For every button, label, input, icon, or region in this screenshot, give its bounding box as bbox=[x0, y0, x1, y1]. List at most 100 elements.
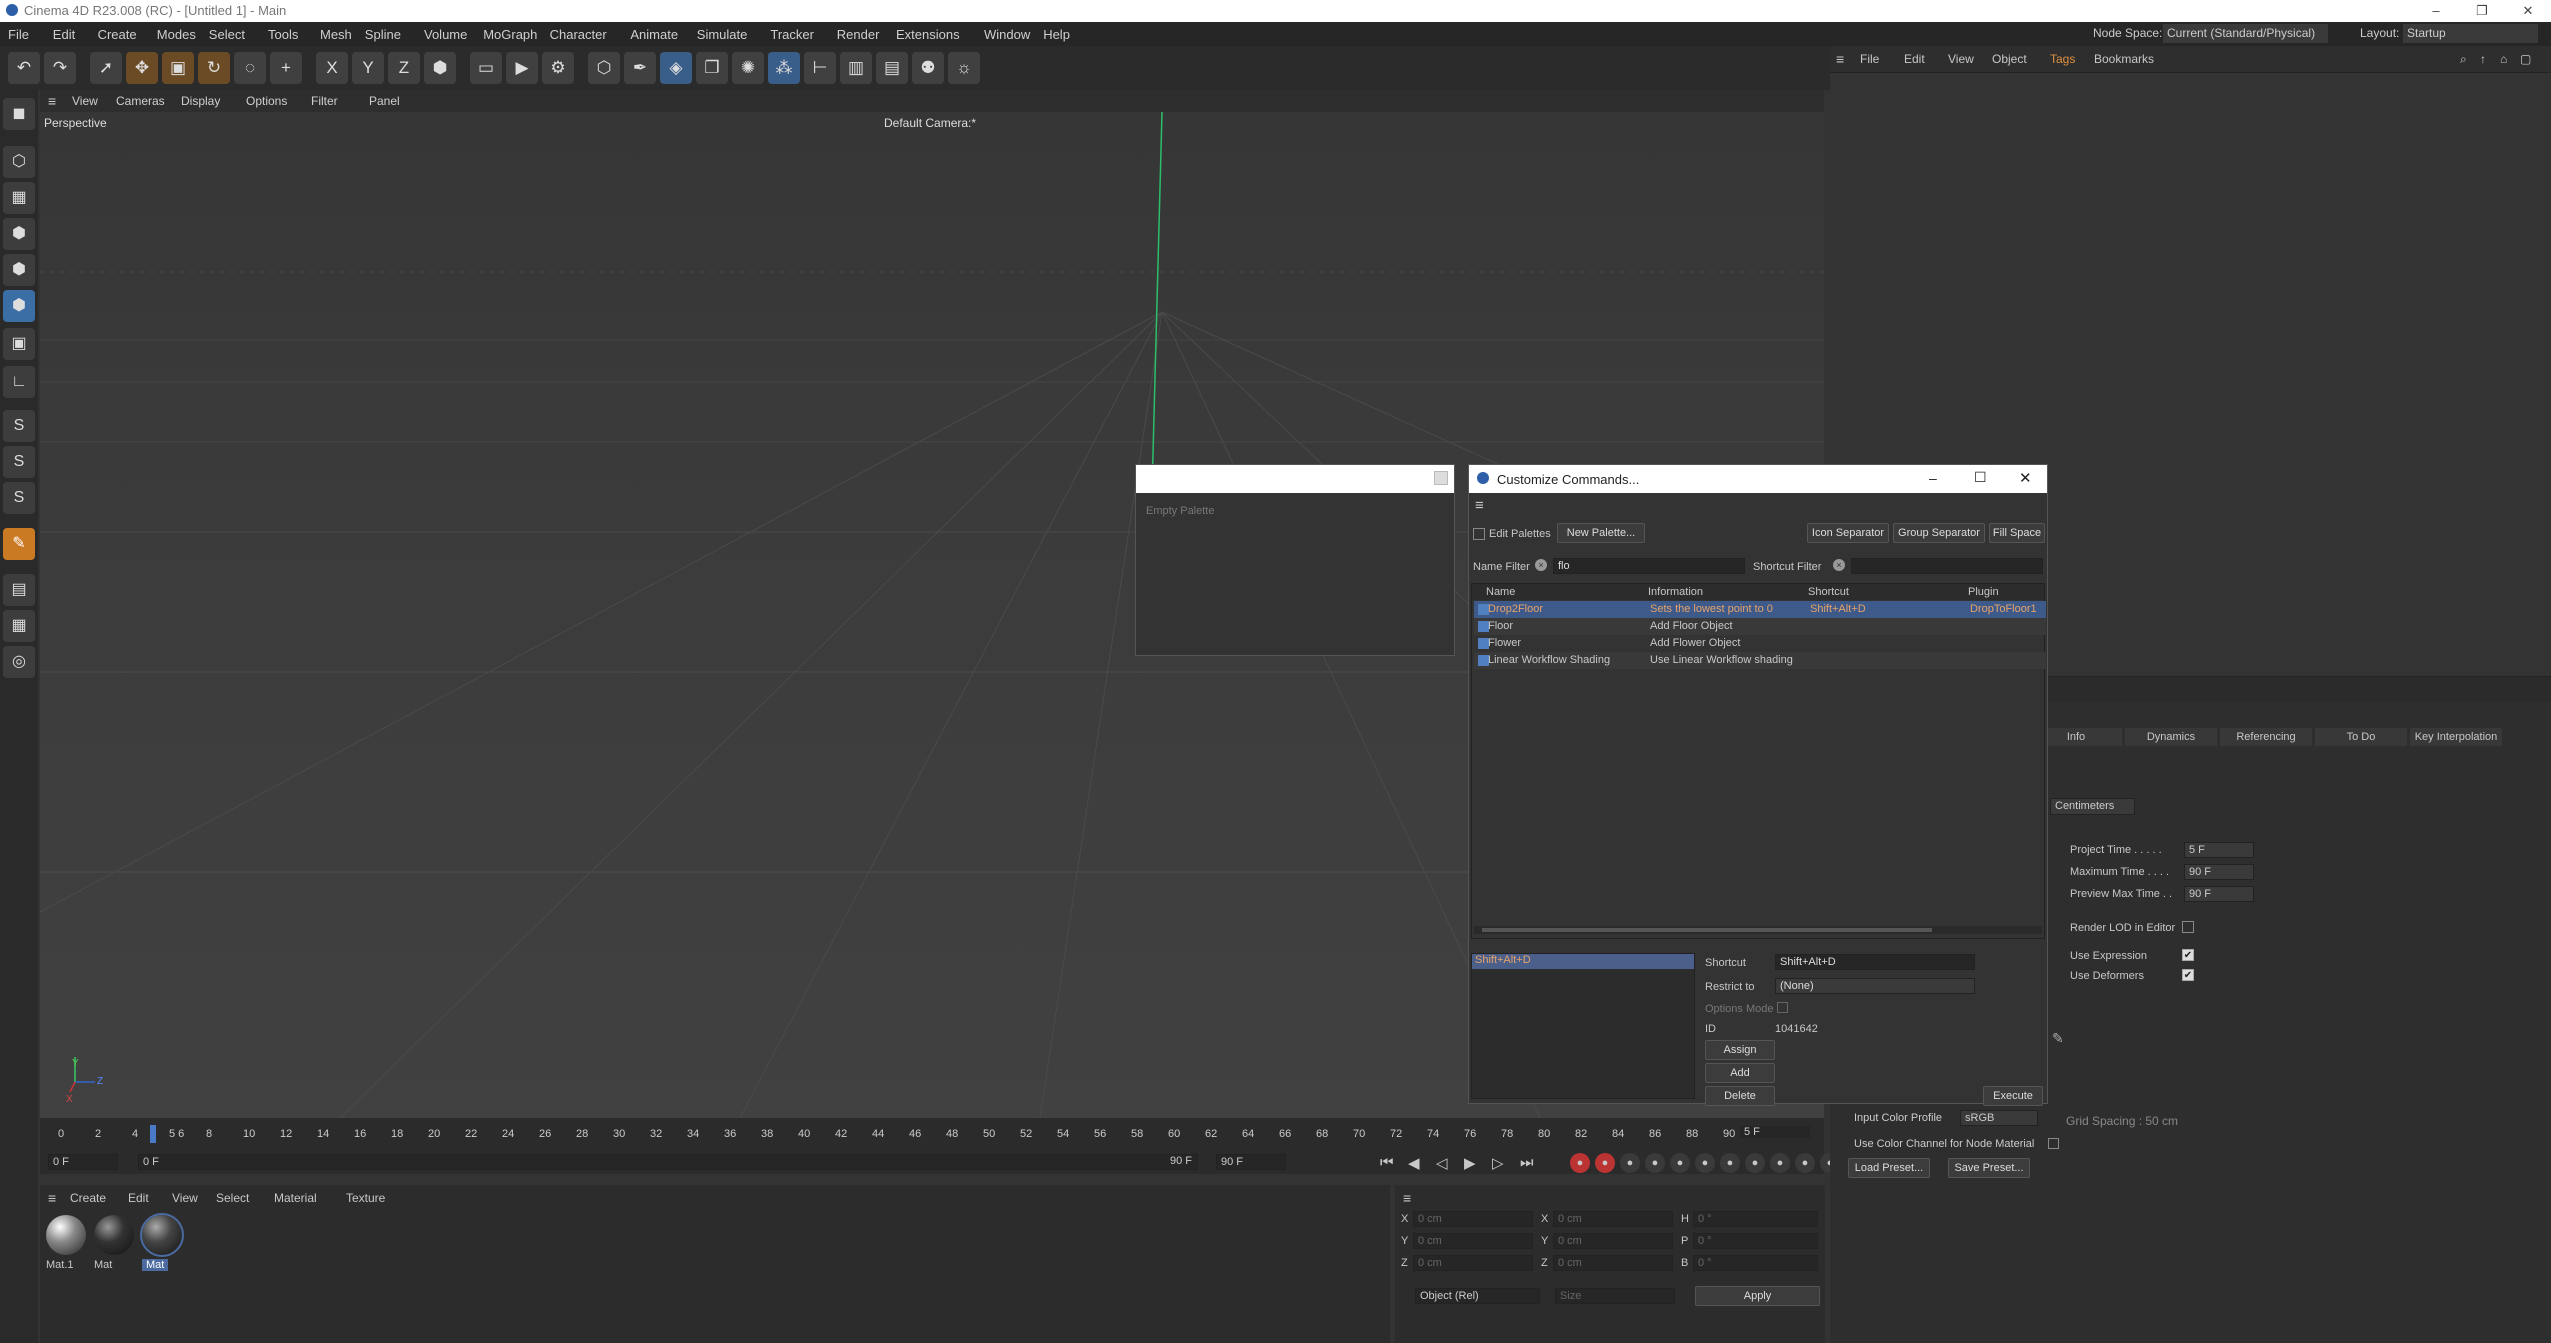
close-button[interactable]: ✕ bbox=[2505, 0, 2551, 22]
menu-character[interactable]: Character bbox=[550, 27, 607, 42]
snap-icon[interactable]: S bbox=[3, 410, 35, 442]
snap-settings-icon[interactable]: S bbox=[3, 446, 35, 478]
attr-field-value[interactable]: 5 F bbox=[2184, 842, 2254, 858]
eyedropper-icon[interactable]: ✎ bbox=[2052, 1030, 2064, 1047]
x-axis-icon[interactable]: X bbox=[316, 52, 348, 84]
rotate-icon[interactable]: ↻ bbox=[198, 52, 230, 84]
column-header-plugin[interactable]: Plugin bbox=[1968, 586, 1999, 598]
workplane-icon[interactable]: ▤ bbox=[3, 574, 35, 606]
use-color-channel-checkbox[interactable] bbox=[2048, 1138, 2059, 1149]
solo-icon[interactable]: ◎ bbox=[3, 646, 35, 678]
attr-tab-to-do[interactable]: To Do bbox=[2315, 728, 2407, 746]
next-key-icon[interactable]: ▷ bbox=[1492, 1154, 1504, 1172]
autokey-icon[interactable]: ● bbox=[1595, 1153, 1615, 1173]
color-profile-select[interactable]: sRGB bbox=[1960, 1110, 2038, 1126]
axis-mode-icon[interactable]: ∟ bbox=[3, 366, 35, 398]
model-mode-icon[interactable]: ⬡ bbox=[3, 146, 35, 178]
palette-close-icon[interactable] bbox=[1434, 471, 1448, 485]
material-menu-edit[interactable]: Edit bbox=[128, 1191, 149, 1205]
playhead[interactable] bbox=[150, 1125, 156, 1143]
edges-mode-icon[interactable]: ⬢ bbox=[3, 254, 35, 286]
hamburger-icon[interactable]: ≡ bbox=[1403, 1190, 1411, 1206]
z-axis-icon[interactable]: Z bbox=[388, 52, 420, 84]
floor-icon[interactable]: ▤ bbox=[876, 52, 908, 84]
navigate-up-icon[interactable]: ↑ bbox=[2480, 52, 2486, 66]
array-icon[interactable]: ⁂ bbox=[768, 52, 800, 84]
coord-system-icon[interactable]: ⬢ bbox=[424, 52, 456, 84]
coord-size-select[interactable]: Size bbox=[1555, 1288, 1675, 1304]
menu-tracker[interactable]: Tracker bbox=[770, 27, 814, 42]
viewport-menu-panel[interactable]: Panel bbox=[369, 94, 400, 108]
assign-button[interactable]: Assign bbox=[1705, 1040, 1775, 1060]
material-menu-texture[interactable]: Texture bbox=[346, 1191, 385, 1205]
render-region-icon[interactable]: ▭ bbox=[470, 52, 502, 84]
save-preset-button[interactable]: Save Preset... bbox=[1948, 1158, 2030, 1178]
menu-create[interactable]: Create bbox=[98, 27, 137, 42]
scale-key-icon[interactable]: ● bbox=[1670, 1153, 1690, 1173]
column-header-shortcut[interactable]: Shortcut bbox=[1808, 586, 1849, 598]
table-row[interactable]: Flower Add Flower Object bbox=[1474, 635, 2046, 652]
attr-tab-dynamics[interactable]: Dynamics bbox=[2125, 728, 2217, 746]
attr-field-value[interactable]: 90 F bbox=[2184, 864, 2254, 880]
texture-mode-icon[interactable]: ▦ bbox=[3, 182, 35, 214]
play-reverse-icon[interactable]: ◁ bbox=[1436, 1154, 1448, 1172]
shortcut-list[interactable]: Shift+Alt+D bbox=[1471, 953, 1695, 1099]
units-select[interactable]: Centimeters bbox=[2050, 798, 2135, 815]
dialog-maximize-icon[interactable]: ☐ bbox=[1974, 469, 1987, 486]
rotation-field[interactable]: 0 ° bbox=[1693, 1211, 1818, 1227]
delete-button[interactable]: Delete bbox=[1705, 1086, 1775, 1106]
undo-icon[interactable]: ↶ bbox=[8, 52, 40, 84]
rotation-field[interactable]: 0 ° bbox=[1693, 1233, 1818, 1249]
material-swatch[interactable] bbox=[140, 1213, 184, 1257]
y-axis-icon[interactable]: Y bbox=[352, 52, 384, 84]
group-separator-button[interactable]: Group Separator bbox=[1893, 523, 1985, 543]
material-swatch[interactable] bbox=[94, 1215, 134, 1255]
go-end-icon[interactable]: ⏭ bbox=[1520, 1154, 1534, 1171]
attr-tab-key-interpolation[interactable]: Key Interpolation bbox=[2410, 728, 2502, 746]
add-button[interactable]: Add bbox=[1705, 1063, 1775, 1083]
size-field[interactable]: 0 cm bbox=[1553, 1255, 1673, 1271]
viewport-menu-options[interactable]: Options bbox=[246, 94, 287, 108]
pen-icon[interactable]: ✒ bbox=[624, 52, 656, 84]
load-preset-button[interactable]: Load Preset... bbox=[1848, 1158, 1930, 1178]
camera-icon[interactable]: ▥ bbox=[840, 52, 872, 84]
layout-select[interactable]: Startup bbox=[2403, 24, 2538, 43]
menu-select[interactable]: Select bbox=[209, 27, 245, 42]
clear-shortcut-filter-icon[interactable]: × bbox=[1833, 559, 1845, 571]
recent-icon[interactable]: ◌ bbox=[234, 52, 266, 84]
restrict-to-select[interactable]: (None) bbox=[1775, 978, 1975, 994]
icon-separator-button[interactable]: Icon Separator bbox=[1807, 523, 1889, 543]
camera-label[interactable]: Default Camera:* bbox=[884, 116, 976, 130]
position-field[interactable]: 0 cm bbox=[1413, 1255, 1533, 1271]
render-lod-checkbox[interactable] bbox=[2182, 921, 2194, 933]
minimize-button[interactable]: – bbox=[2413, 0, 2459, 22]
cloner-icon[interactable]: ✺ bbox=[732, 52, 764, 84]
new-palette-button[interactable]: New Palette... bbox=[1557, 523, 1645, 543]
object-menu-object[interactable]: Object bbox=[1992, 52, 2027, 66]
prev-key-icon[interactable]: ◀ bbox=[1408, 1154, 1420, 1172]
shortcut-filter-input[interactable] bbox=[1851, 558, 2043, 574]
polygons-mode-icon[interactable]: ⬢ bbox=[3, 290, 35, 322]
size-field[interactable]: 0 cm bbox=[1553, 1233, 1673, 1249]
fill-space-button[interactable]: Fill Space bbox=[1989, 523, 2045, 543]
material-menu-material[interactable]: Material bbox=[274, 1191, 317, 1205]
search-icon[interactable]: ⌕ bbox=[2460, 52, 2467, 67]
size-field[interactable]: 0 cm bbox=[1553, 1211, 1673, 1227]
use-expression-checkbox[interactable]: ✔ bbox=[2182, 949, 2194, 961]
material-menu-view[interactable]: View bbox=[172, 1191, 198, 1205]
plus-icon[interactable]: + bbox=[270, 52, 302, 84]
object-menu-view[interactable]: View bbox=[1948, 52, 1974, 66]
apply-button[interactable]: Apply bbox=[1695, 1286, 1820, 1306]
light-icon[interactable]: ☼ bbox=[948, 52, 980, 84]
record-icon[interactable]: ● bbox=[1570, 1153, 1590, 1173]
param-key-icon[interactable]: ● bbox=[1720, 1153, 1740, 1173]
menu-modes[interactable]: Modes bbox=[157, 27, 196, 42]
rotation-field[interactable]: 0 ° bbox=[1693, 1255, 1818, 1271]
preview-start-field[interactable]: 0 F bbox=[138, 1154, 1198, 1170]
new-window-icon[interactable]: ▢ bbox=[2520, 52, 2531, 66]
clear-name-filter-icon[interactable]: × bbox=[1535, 559, 1547, 571]
table-row[interactable]: Drop2Floor Sets the lowest point to 0 Shif… bbox=[1474, 601, 2046, 618]
viewport-menu-display[interactable]: Display bbox=[181, 94, 220, 108]
menu-window[interactable]: Window bbox=[984, 27, 1030, 42]
end-frame-field[interactable]: 90 F bbox=[1216, 1154, 1286, 1170]
